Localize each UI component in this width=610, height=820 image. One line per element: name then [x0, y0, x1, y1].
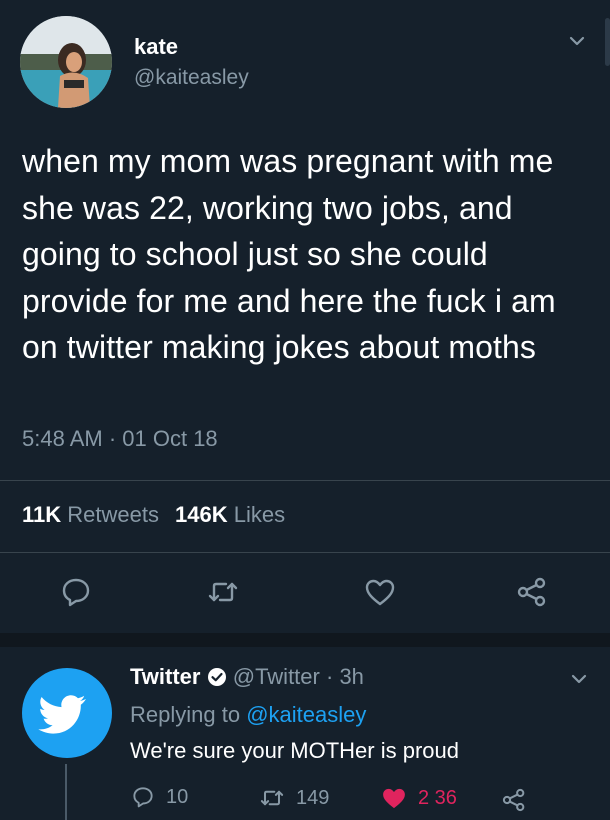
replying-handle-link[interactable]: @kaiteasley: [246, 702, 366, 727]
separator-dot: ·: [325, 664, 334, 689]
retweet-icon: [260, 790, 284, 806]
thread-line: [65, 764, 67, 820]
retweets-stat[interactable]: 11K Retweets: [22, 502, 159, 527]
chevron-down-icon[interactable]: [566, 30, 588, 52]
tweet-text: when my mom was pregnant with me she was…: [22, 143, 556, 365]
tweet-timestamp[interactable]: 5:48 AM · 01 Oct 18: [22, 426, 218, 452]
like-filled-icon: [383, 788, 405, 809]
likes-count: 146K: [175, 502, 228, 527]
like-count: 2 36: [418, 786, 457, 809]
reply-reply-button[interactable]: 10: [130, 784, 188, 810]
reply-icon: [133, 787, 153, 808]
retweet-count: 149: [296, 786, 330, 809]
retweets-count: 11K: [22, 502, 62, 527]
twitter-avatar[interactable]: [22, 668, 112, 758]
likes-stat[interactable]: 146K Likes: [175, 502, 285, 527]
likes-label: Likes: [233, 502, 286, 527]
like-icon[interactable]: [362, 574, 398, 610]
share-icon[interactable]: [514, 574, 550, 610]
replying-prefix: Replying to: [130, 702, 241, 727]
divider: [0, 552, 610, 553]
author-handle[interactable]: @kaiteasley: [134, 66, 249, 90]
reply-like-button[interactable]: 2 36: [380, 784, 457, 812]
reply-count: 10: [166, 785, 189, 808]
tweet-stats: 11K Retweets 146K Likes: [22, 502, 285, 528]
divider: [0, 480, 610, 481]
reply-author-handle[interactable]: @Twitter: [233, 664, 320, 689]
author-name[interactable]: kate: [134, 34, 178, 60]
tweet-separator: [0, 633, 610, 647]
reply-header: Twitter @Twitter · 3h: [130, 664, 364, 690]
chevron-down-icon[interactable]: [568, 668, 590, 690]
share-icon[interactable]: [500, 786, 528, 814]
reply-author-name[interactable]: Twitter: [130, 664, 200, 689]
avatar[interactable]: [20, 16, 112, 108]
reply-text: We're sure your MOTHer is proud: [130, 738, 460, 763]
retweets-label: Retweets: [67, 502, 159, 527]
replying-to: Replying to @kaiteasley: [130, 702, 366, 728]
verified-badge-icon: [207, 668, 226, 686]
retweet-icon[interactable]: [205, 574, 241, 610]
reply-icon[interactable]: [58, 574, 94, 610]
scrollbar[interactable]: [605, 18, 610, 66]
twitter-bird-icon: [38, 695, 86, 734]
profile-photo: [20, 16, 112, 108]
reply-retweet-button[interactable]: 149: [258, 784, 329, 812]
reply-time[interactable]: 3h: [339, 664, 363, 689]
